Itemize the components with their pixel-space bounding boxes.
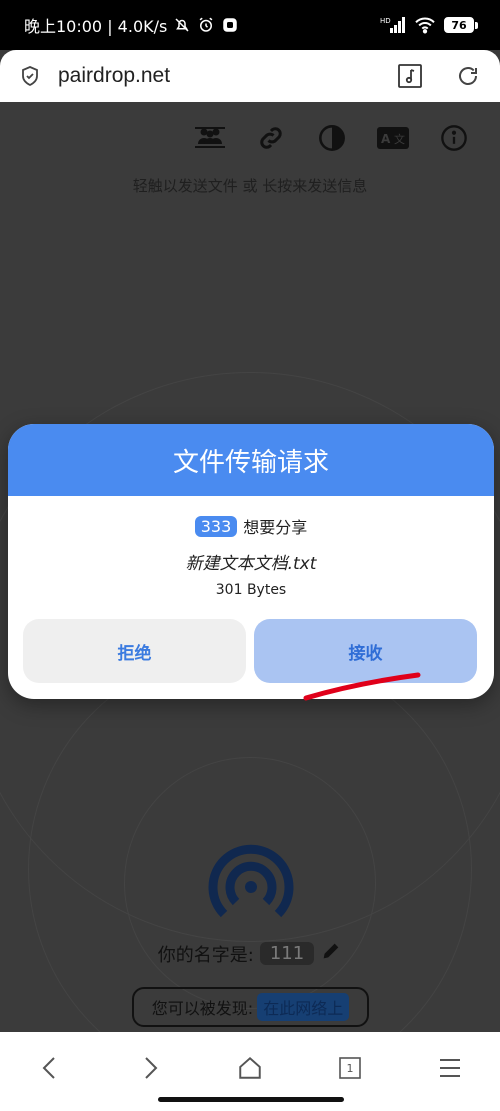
paired-devices-icon[interactable] [194,122,226,154]
battery-icon: 76 [444,17,478,33]
wifi-icon [414,16,436,34]
home-indicator[interactable] [158,1097,344,1102]
dialog-title: 文件传输请求 [8,424,494,496]
theme-contrast-icon[interactable] [316,122,348,154]
svg-text:A: A [381,132,391,146]
menu-icon[interactable] [430,1048,470,1088]
shield-icon[interactable] [18,64,42,88]
pairdrop-logo-icon [206,842,296,932]
home-icon[interactable] [230,1048,270,1088]
forward-icon[interactable] [130,1048,170,1088]
device-name-value[interactable]: 111 [259,942,315,965]
svg-text:1: 1 [347,1062,354,1075]
instruction-hint: 轻触以发送文件 或 长按来发送信息 [132,177,368,195]
app-notification-icon [221,16,239,34]
reject-button[interactable]: 拒绝 [23,619,246,683]
sender-row: 333 想要分享 [8,514,494,538]
edit-pencil-icon[interactable] [320,940,342,967]
back-icon[interactable] [30,1048,70,1088]
device-name-label: 你的名字是: [157,944,254,966]
file-name: 新建文本文档.txt [185,554,317,574]
info-icon[interactable] [438,122,470,154]
file-size: 301 Bytes [215,582,287,598]
url-text[interactable]: pairdrop.net [58,64,366,88]
sender-name-badge: 333 [194,515,238,537]
alarm-icon [197,16,215,34]
browser-url-bar: pairdrop.net [0,50,500,102]
bell-off-icon [173,16,191,34]
device-name-row: 你的名字是: 111 [0,940,500,967]
music-note-icon[interactable] [396,62,424,90]
discoverability-box: 您可以被发现: 在此网络上 [132,987,369,1027]
discover-label: 您可以被发现: [151,999,254,1018]
status-bar: 晚上10:00 | 4.0K/s HD 76 [0,0,500,50]
tabs-icon[interactable]: 1 [330,1048,370,1088]
pair-link-icon[interactable] [255,122,287,154]
svg-text:文: 文 [394,132,405,146]
file-transfer-dialog: 文件传输请求 333 想要分享 新建文本文档.txt 301 Bytes 拒绝 … [8,424,494,699]
reload-icon[interactable] [454,62,482,90]
svg-text:HD: HD [380,17,391,25]
battery-level: 76 [444,17,474,33]
app-toolbar: A文 [194,122,470,154]
status-time-speed: 晚上10:00 | 4.0K/s [24,17,168,36]
discover-scope-badge[interactable]: 在此网络上 [257,993,350,1021]
sender-suffix: 想要分享 [243,518,308,537]
language-icon[interactable]: A文 [377,122,409,154]
red-annotation-stroke [303,672,421,701]
signal-icon: HD [380,16,406,34]
